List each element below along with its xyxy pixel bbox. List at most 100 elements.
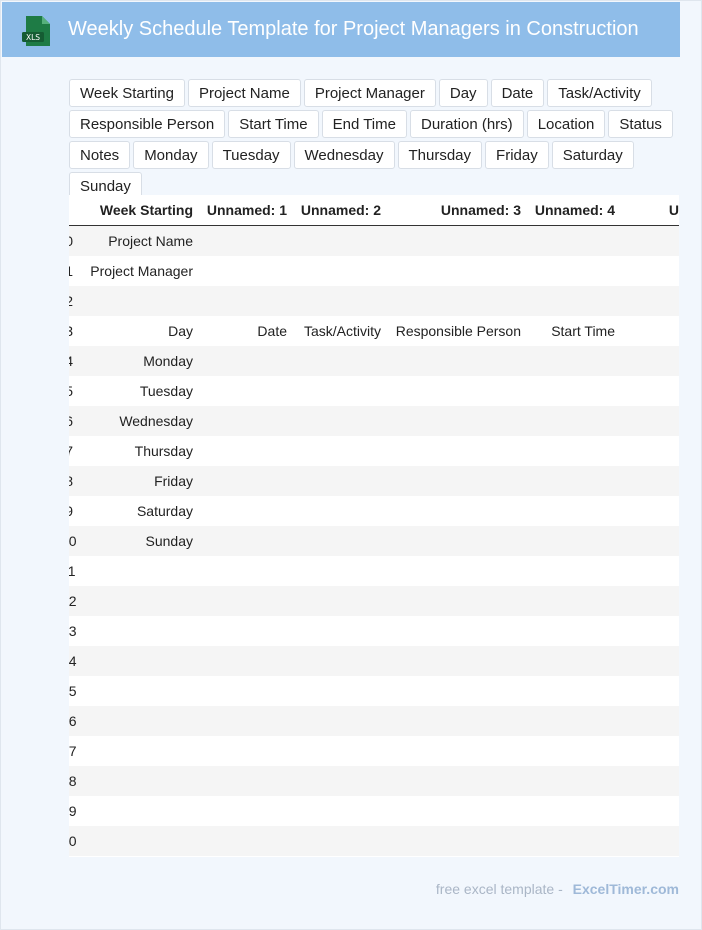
table-cell xyxy=(621,706,679,736)
table-row: 14 xyxy=(69,646,679,676)
row-index-cell: 11 xyxy=(69,563,76,579)
table-cell xyxy=(79,646,199,676)
column-tag[interactable]: Monday xyxy=(133,141,209,169)
table-cell xyxy=(199,586,293,616)
table-cell xyxy=(293,436,387,466)
table-row: 11 xyxy=(69,556,679,586)
column-header: Unnamed: 4 xyxy=(527,195,621,226)
table-cell xyxy=(527,556,621,586)
table-cell xyxy=(293,796,387,826)
table-cell xyxy=(527,826,621,856)
table-cell xyxy=(79,796,199,826)
row-index-cell: 14 xyxy=(69,653,77,669)
table-cell xyxy=(387,466,527,496)
table-cell xyxy=(199,286,293,316)
table-cell xyxy=(387,676,527,706)
column-tag[interactable]: Start Time xyxy=(228,110,319,138)
table-cell xyxy=(527,346,621,376)
table-cell xyxy=(527,286,621,316)
table-row: 0 Project Name xyxy=(69,225,679,257)
table-cell xyxy=(199,376,293,406)
table-cell: Monday xyxy=(143,353,193,369)
footer-brand-link[interactable]: ExcelTimer.com xyxy=(573,881,679,897)
table-cell xyxy=(527,796,621,826)
column-tag[interactable]: Thursday xyxy=(397,141,483,169)
table-cell xyxy=(79,586,199,616)
column-tag[interactable]: Week Starting xyxy=(69,79,185,107)
column-tag[interactable]: End Time xyxy=(321,110,407,138)
table-cell xyxy=(79,766,199,796)
table-cell: Saturday xyxy=(136,503,193,519)
table-row: 4 Monday xyxy=(69,346,679,376)
column-tag[interactable]: Date xyxy=(490,79,545,107)
table-cell xyxy=(79,706,199,736)
table-cell xyxy=(199,796,293,826)
table-row: 20 xyxy=(69,826,679,856)
table-cell xyxy=(527,466,621,496)
table-cell xyxy=(387,646,527,676)
table-cell xyxy=(79,736,199,766)
row-index-cell: 4 xyxy=(69,353,73,369)
table-cell xyxy=(199,526,293,556)
table-cell xyxy=(621,466,679,496)
table-cell xyxy=(621,556,679,586)
row-index-cell: 10 xyxy=(69,533,77,549)
column-tag[interactable]: Responsible Person xyxy=(69,110,226,138)
table-cell xyxy=(387,496,527,526)
table-cell xyxy=(199,346,293,376)
table-cell xyxy=(199,676,293,706)
table-row: 7 Thursday xyxy=(69,436,679,466)
page-frame: XLS Weekly Schedule Template for Project… xyxy=(0,0,702,930)
table-cell xyxy=(621,376,679,406)
table-cell xyxy=(387,286,527,316)
table-cell xyxy=(387,226,527,257)
table-cell: Task/Activity xyxy=(303,323,381,339)
column-tag-list: Week Starting Project Name Project Manager… xyxy=(69,79,699,200)
table-cell xyxy=(527,586,621,616)
table-row: 6 Wednesday xyxy=(69,406,679,436)
column-tag[interactable]: Day xyxy=(438,79,488,107)
column-tag[interactable]: Project Name xyxy=(187,79,301,107)
column-tag[interactable]: Location xyxy=(526,110,606,138)
table-cell xyxy=(199,646,293,676)
table-row: 12 xyxy=(69,586,679,616)
column-tag[interactable]: Project Manager xyxy=(303,79,436,107)
table-cell xyxy=(621,226,679,257)
column-tag[interactable]: Duration (hrs) xyxy=(409,110,524,138)
table-row: 9 Saturday xyxy=(69,496,679,526)
table-cell: Project Manager xyxy=(90,263,193,279)
row-index-cell: 9 xyxy=(69,503,73,519)
table-cell xyxy=(621,736,679,766)
table-row: 13 xyxy=(69,616,679,646)
table-cell xyxy=(293,646,387,676)
column-tag[interactable]: Status xyxy=(608,110,673,138)
table-cell xyxy=(293,526,387,556)
column-tag[interactable]: Task/Activity xyxy=(547,79,652,107)
column-tag[interactable]: Tuesday xyxy=(211,141,291,169)
column-tag[interactable]: Notes xyxy=(69,141,131,169)
row-index-cell: 3 xyxy=(69,323,73,339)
table-cell xyxy=(621,646,679,676)
table-cell xyxy=(527,496,621,526)
table-cell xyxy=(527,526,621,556)
column-tag[interactable]: Friday xyxy=(485,141,549,169)
table-cell xyxy=(293,616,387,646)
spreadsheet-preview[interactable]: Week Starting Unnamed: 1 Unnamed: 2 Unnamed… xyxy=(69,195,679,857)
table-cell xyxy=(293,706,387,736)
table-cell xyxy=(387,556,527,586)
table-cell xyxy=(293,286,387,316)
row-index-cell: 16 xyxy=(69,713,77,729)
table-cell xyxy=(621,526,679,556)
table-cell xyxy=(199,736,293,766)
table-cell xyxy=(621,346,679,376)
table-cell xyxy=(527,376,621,406)
column-tag[interactable]: Saturday xyxy=(551,141,634,169)
page-title: Weekly Schedule Template for Project Man… xyxy=(68,18,639,40)
table-row: 8 Friday xyxy=(69,466,679,496)
table-cell xyxy=(199,256,293,286)
table-cell xyxy=(621,286,679,316)
table-cell xyxy=(79,676,199,706)
column-tag[interactable]: Wednesday xyxy=(293,141,395,169)
table-row: 10 Sunday xyxy=(69,526,679,556)
excel-file-icon-label: XLS xyxy=(26,33,40,42)
